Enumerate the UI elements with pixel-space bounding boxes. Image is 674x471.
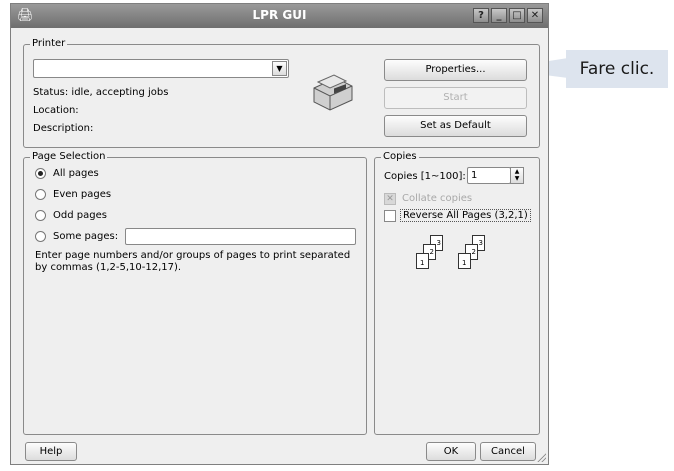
printer-location: Location: — [33, 105, 79, 116]
copies-value: 1 — [471, 170, 478, 181]
spin-down-icon[interactable]: ▼ — [511, 175, 523, 182]
collate-label: Collate copies — [402, 193, 473, 204]
spin-up-icon[interactable]: ▲ — [511, 168, 523, 175]
printer-legend: Printer — [30, 38, 68, 50]
copies-label: Copies [1~100]: — [384, 171, 466, 182]
help-title-button[interactable]: ? — [473, 8, 489, 23]
window-title: LPR GUI — [252, 8, 307, 22]
properties-button[interactable]: Properties... — [384, 59, 527, 81]
radio-some-pages[interactable] — [35, 231, 46, 242]
printer-select[interactable]: ▼ — [33, 59, 289, 78]
callout-text: Fare clic. — [579, 59, 655, 79]
callout-box: Fare clic. — [566, 50, 668, 88]
cancel-button[interactable]: Cancel — [480, 442, 536, 461]
page-sheet: 1 — [458, 253, 471, 269]
label-all-pages: All pages — [53, 168, 99, 179]
title-bar[interactable]: 🖨 LPR GUI ? _ □ ✕ — [11, 4, 548, 28]
close-button[interactable]: ✕ — [527, 8, 543, 23]
ok-button[interactable]: OK — [426, 442, 476, 461]
label-some-pages: Some pages: — [53, 231, 119, 242]
some-pages-input[interactable] — [125, 228, 356, 245]
maximize-button[interactable]: □ — [509, 8, 525, 23]
page-range-hint: Enter page numbers and/or groups of page… — [35, 250, 351, 273]
radio-odd-pages[interactable] — [35, 210, 46, 221]
copies-legend: Copies — [381, 151, 419, 163]
resize-grip-icon[interactable] — [536, 452, 546, 462]
help-label: Help — [39, 446, 63, 457]
page-selection-legend: Page Selection — [30, 151, 108, 163]
ok-label: OK — [443, 446, 459, 457]
printer-status: Status: idle, accepting jobs — [33, 87, 169, 98]
lpr-gui-window: 🖨 LPR GUI ? _ □ ✕ Printer ▼ Status: idle… — [10, 3, 549, 465]
copies-input[interactable]: 1 — [467, 167, 511, 184]
label-even-pages: Even pages — [53, 189, 112, 200]
start-button[interactable]: Start — [384, 87, 527, 109]
cancel-label: Cancel — [491, 446, 525, 457]
set-default-button[interactable]: Set as Default — [384, 115, 527, 137]
label-odd-pages: Odd pages — [53, 210, 107, 221]
help-button[interactable]: Help — [25, 442, 77, 461]
radio-even-pages[interactable] — [35, 189, 46, 200]
copies-spinner[interactable]: ▲ ▼ — [510, 167, 524, 184]
printer-description: Description: — [33, 123, 94, 134]
collate-checkbox[interactable]: ✕ — [384, 193, 396, 205]
printer-icon — [313, 74, 353, 111]
page-sheet: 1 — [416, 253, 429, 269]
reverse-checkbox[interactable] — [384, 210, 396, 222]
minimize-button[interactable]: _ — [491, 8, 507, 23]
reverse-label: Reverse All Pages (3,2,1) — [400, 209, 531, 222]
chevron-down-icon[interactable]: ▼ — [272, 61, 287, 76]
radio-all-pages[interactable] — [35, 168, 46, 179]
